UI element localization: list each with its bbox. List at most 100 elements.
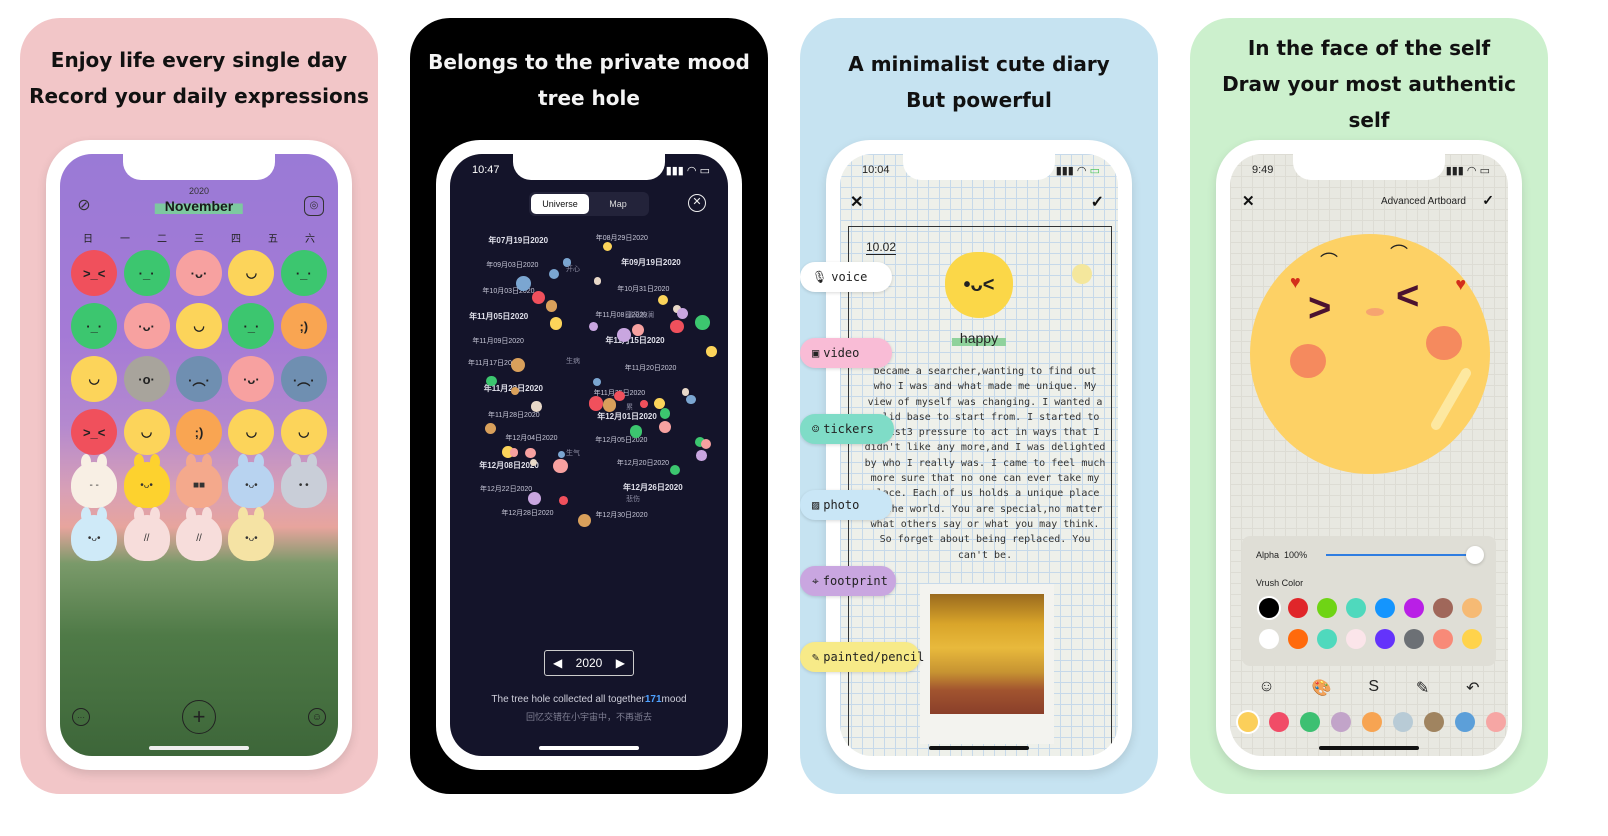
mood-day[interactable]: ·ᴗ·: [123, 303, 170, 349]
undo-icon[interactable]: ↶: [1466, 678, 1479, 698]
mood-day[interactable]: >_<: [71, 409, 118, 455]
color-swatch[interactable]: [1432, 629, 1453, 649]
color-swatch[interactable]: [1403, 598, 1424, 618]
calendar-month[interactable]: November: [154, 198, 244, 214]
mood-day-sticker[interactable]: •ᴗ•: [123, 454, 170, 508]
mood-day-sticker[interactable]: //: [175, 507, 222, 561]
universe-mood-dot[interactable]: [670, 319, 684, 334]
prev-year-button[interactable]: ◀: [553, 656, 562, 670]
universe-mood-dot[interactable]: [659, 407, 671, 419]
color-swatch[interactable]: [1287, 598, 1308, 618]
universe-mood-dot[interactable]: [578, 513, 592, 527]
universe-mood-dot[interactable]: [686, 394, 696, 404]
alpha-slider[interactable]: [1326, 554, 1476, 556]
color-swatch[interactable]: [1461, 598, 1482, 618]
mood-day[interactable]: ·_·: [228, 303, 275, 349]
mood-day[interactable]: ◡: [71, 356, 118, 402]
diary-photo[interactable]: [920, 584, 1054, 744]
smiley-icon[interactable]: ☺: [308, 708, 326, 726]
mood-emoji[interactable]: •ᴗ<: [945, 252, 1013, 318]
universe-mood-dot[interactable]: [696, 450, 707, 461]
color-swatch[interactable]: [1258, 598, 1279, 618]
tool-tickers[interactable]: ☺ tickers: [800, 414, 894, 444]
recent-color-swatch[interactable]: [1362, 712, 1382, 732]
recent-color-swatch[interactable]: [1486, 712, 1506, 732]
recent-color-swatch[interactable]: [1455, 712, 1475, 732]
universe-mood-dot[interactable]: [486, 375, 497, 387]
mood-day[interactable]: ·_·: [123, 250, 170, 296]
mood-day[interactable]: ·ᴗ·: [175, 250, 222, 296]
mood-day[interactable]: ·o·: [123, 356, 170, 402]
close-icon[interactable]: ✕: [1242, 192, 1255, 210]
mood-day[interactable]: ◡: [123, 409, 170, 455]
universe-mood-dot[interactable]: [602, 398, 617, 412]
drawing-canvas[interactable]: ⌒ ⌒ ♥ ♥ > <: [1250, 234, 1490, 474]
add-icon[interactable]: +: [182, 700, 216, 734]
color-swatch[interactable]: [1345, 629, 1366, 649]
mood-day[interactable]: ;): [280, 303, 327, 349]
mood-day[interactable]: >_<: [71, 250, 118, 296]
universe-mood-dot[interactable]: [589, 321, 598, 331]
color-swatch[interactable]: [1287, 629, 1308, 649]
recent-color-swatch[interactable]: [1331, 712, 1351, 732]
color-swatch[interactable]: [1432, 598, 1453, 618]
diary-body[interactable]: became a searcher,wanting to find out wh…: [862, 364, 1108, 563]
emoji-icon[interactable]: ☺: [1258, 678, 1274, 698]
recent-color-swatch[interactable]: [1269, 712, 1289, 732]
universe-mood-dot[interactable]: [629, 425, 643, 438]
tool-photo[interactable]: ▨ photo: [800, 490, 892, 520]
color-swatch[interactable]: [1258, 629, 1279, 649]
confirm-icon[interactable]: ✓: [1482, 192, 1494, 209]
color-swatch[interactable]: [1461, 629, 1482, 649]
alpha-slider-thumb[interactable]: [1466, 546, 1484, 564]
color-swatch[interactable]: [1316, 598, 1337, 618]
mood-day[interactable]: ·_·: [280, 250, 327, 296]
stroke-icon[interactable]: S: [1368, 678, 1379, 698]
tool-footprint[interactable]: ⌖ footprint: [800, 566, 896, 596]
instagram-icon[interactable]: ◎: [304, 196, 324, 216]
mood-day-sticker[interactable]: //: [123, 507, 170, 561]
universe-mood-dot[interactable]: [700, 438, 712, 450]
universe-mood-dot[interactable]: [694, 314, 710, 330]
universe-mood-dot[interactable]: [545, 300, 558, 312]
color-swatch[interactable]: [1374, 598, 1395, 618]
next-year-button[interactable]: ▶: [616, 656, 625, 670]
mood-day-sticker[interactable]: •ᴗ•: [228, 507, 275, 561]
universe-mood-dot[interactable]: [631, 323, 645, 336]
tool-painted-pencil[interactable]: ✎ painted/pencil: [800, 642, 924, 672]
color-swatch[interactable]: [1374, 629, 1395, 649]
universe-mood-dot[interactable]: [669, 464, 681, 476]
color-swatch[interactable]: [1345, 598, 1366, 618]
universe-mood-dot[interactable]: [515, 275, 531, 291]
mood-day[interactable]: ·︵·: [280, 356, 327, 402]
universe-mood-dot[interactable]: [511, 357, 526, 372]
mood-day-sticker[interactable]: • •: [280, 454, 327, 508]
mood-day[interactable]: ◡: [280, 409, 327, 455]
universe-mood-dot[interactable]: [553, 458, 569, 474]
universe-mood-dot[interactable]: [557, 450, 565, 459]
universe-mood-dot[interactable]: [617, 328, 631, 342]
tool-voice[interactable]: 🎙 voice: [800, 262, 892, 292]
universe-mood-dot[interactable]: [657, 294, 669, 306]
universe-mood-dot[interactable]: [640, 399, 648, 408]
universe-mood-dot[interactable]: [706, 346, 717, 357]
universe-mood-dot[interactable]: [603, 241, 613, 251]
mood-day[interactable]: ·_·: [71, 303, 118, 349]
tab-universe[interactable]: Universe: [531, 194, 589, 214]
universe-mood-dot[interactable]: [511, 386, 520, 395]
recent-color-swatch[interactable]: [1393, 712, 1413, 732]
universe-mood-dot[interactable]: [531, 291, 545, 305]
more-icon[interactable]: ···: [72, 708, 90, 726]
universe-mood-dot[interactable]: [592, 377, 601, 386]
tab-map[interactable]: Map: [589, 194, 647, 214]
recent-color-swatch[interactable]: [1238, 712, 1258, 732]
color-swatch[interactable]: [1403, 629, 1424, 649]
universe-mood-dot[interactable]: [549, 316, 563, 330]
universe-mood-dot[interactable]: [614, 390, 625, 402]
universe-mood-dot[interactable]: [548, 269, 560, 280]
universe-mood-dot[interactable]: [509, 447, 519, 457]
recent-color-swatch[interactable]: [1300, 712, 1320, 732]
universe-mood-dot[interactable]: [658, 421, 671, 434]
recent-color-swatch[interactable]: [1424, 712, 1444, 732]
mood-day[interactable]: ◡: [175, 303, 222, 349]
